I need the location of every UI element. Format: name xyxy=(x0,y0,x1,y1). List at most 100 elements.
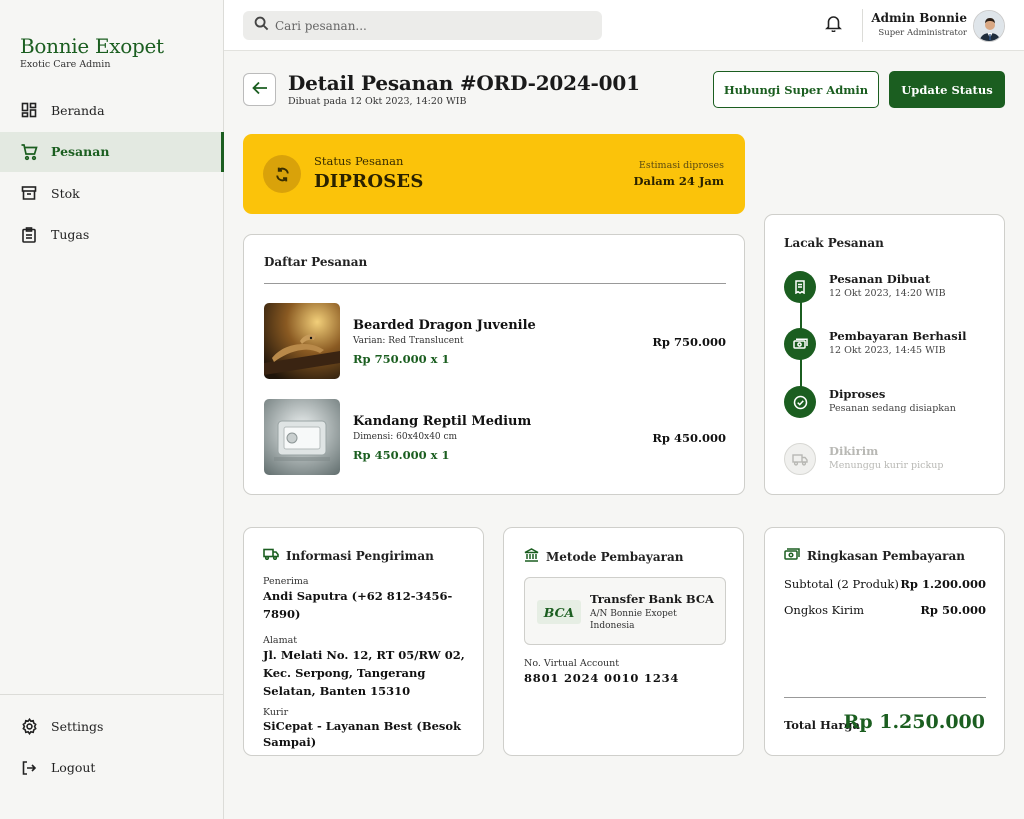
contact-admin-button[interactable]: Hubungi Super Admin xyxy=(713,71,879,108)
dashboard-icon xyxy=(20,101,38,119)
bank-name: Transfer Bank BCA xyxy=(590,592,714,606)
sidebar-item-pesanan[interactable]: Pesanan xyxy=(0,131,224,172)
va-number: 8801 2024 0010 1234 xyxy=(524,671,680,685)
shipping-cost-value: Rp 50.000 xyxy=(920,603,986,617)
clipboard-icon xyxy=(20,226,38,244)
card-title-label: Metode Pembayaran xyxy=(546,549,684,564)
step-name: Pembayaran Berhasil xyxy=(829,329,967,343)
truck-icon xyxy=(263,548,286,563)
bca-logo: BCA xyxy=(537,600,581,624)
status-value: DIPROSES xyxy=(314,171,424,192)
item-name: Kandang Reptil Medium xyxy=(353,414,532,429)
check-circle-icon xyxy=(784,386,816,418)
logout-icon xyxy=(20,759,38,777)
sidebar-item-settings[interactable]: Settings xyxy=(0,706,224,746)
recipient-value: Andi Saputra (+62 812-3456-7890) xyxy=(263,589,453,621)
sidebar-item-label: Stok xyxy=(51,185,80,201)
page-subtitle: Dibuat pada 12 Okt 2023, 14:20 WIB xyxy=(288,96,467,107)
truck-icon xyxy=(784,443,816,475)
sidebar-item-label: Pesanan xyxy=(51,144,110,160)
bell-icon[interactable] xyxy=(825,14,842,36)
user-info: Admin Bonnie Super Administrator xyxy=(871,11,967,38)
subtotal-row: Subtotal (2 Produk) Rp 1.200.000 xyxy=(784,577,986,591)
timeline-step: Pesanan Dibuat 12 Okt 2023, 14:20 WIB xyxy=(784,271,994,305)
timeline-step: Diproses Pesanan sedang disiapkan xyxy=(784,386,994,420)
card-title: Daftar Pesanan xyxy=(264,255,368,269)
bank-icon xyxy=(524,548,546,565)
sidebar-item-logout[interactable]: Logout xyxy=(0,748,224,788)
timeline-step: Dikirim Menunggu kurir pickup xyxy=(784,443,994,477)
estimate-value: Dalam 24 Jam xyxy=(633,174,724,188)
step-detail: 12 Okt 2023, 14:45 WIB xyxy=(829,345,946,356)
divider xyxy=(862,9,863,42)
shipping-cost-row: Ongkos Kirim Rp 50.000 xyxy=(784,603,986,617)
step-detail: Menunggu kurir pickup xyxy=(829,460,944,471)
item-total: Rp 450.000 xyxy=(652,431,726,445)
recipient-label: Penerima xyxy=(263,576,309,587)
cart-icon xyxy=(20,143,38,161)
timeline-step: Pembayaran Berhasil 12 Okt 2023, 14:45 W… xyxy=(784,328,994,362)
divider xyxy=(264,283,726,284)
arrow-left-icon xyxy=(251,80,268,99)
brand: Bonnie Exopet Exotic Care Admin xyxy=(20,34,164,70)
brand-subtitle: Exotic Care Admin xyxy=(20,59,111,70)
item-variant: Varian: Red Translucent xyxy=(353,336,464,346)
item-name: Bearded Dragon Juvenile xyxy=(353,318,536,333)
step-detail: Pesanan sedang disiapkan xyxy=(829,403,956,414)
estimate-label: Estimasi diproses xyxy=(638,160,724,171)
shipping-card: Informasi Pengiriman Penerima Andi Saput… xyxy=(243,527,484,756)
sidebar-item-tugas[interactable]: Tugas xyxy=(0,215,224,255)
address-label: Alamat xyxy=(263,635,298,646)
courier-value: SiCepat - Layanan Best (Besok Sampai) xyxy=(263,719,461,749)
total-value: Rp 1.250.000 xyxy=(843,711,985,733)
sidebar-item-label: Logout xyxy=(51,760,96,776)
archive-icon xyxy=(20,184,38,202)
user-role: Super Administrator xyxy=(878,28,967,38)
item-qty-price: Rp 450.000 x 1 xyxy=(353,448,450,462)
brand-title: Bonnie Exopet xyxy=(20,34,164,58)
sidebar-item-beranda[interactable]: Beranda xyxy=(0,90,224,130)
sidebar-item-label: Beranda xyxy=(51,102,105,118)
step-detail: 12 Okt 2023, 14:20 WIB xyxy=(829,288,946,299)
payment-icon xyxy=(784,328,816,360)
avatar[interactable] xyxy=(973,10,1005,42)
subtotal-value: Rp 1.200.000 xyxy=(900,577,986,591)
sidebar-nav: Beranda Pesanan Stok Tugas xyxy=(0,90,224,256)
address-value: Jl. Melati No. 12, RT 05/RW 02, Kec. Ser… xyxy=(263,648,465,698)
step-name: Diproses xyxy=(829,387,886,401)
shipping-cost-label: Ongkos Kirim xyxy=(784,603,864,617)
user-name: Admin Bonnie xyxy=(871,11,967,25)
order-item: Kandang Reptil Medium Dimensi: 60x40x40 … xyxy=(264,399,726,475)
status-card: Status Pesanan DIPROSES Estimasi diprose… xyxy=(243,134,745,214)
update-status-button[interactable]: Update Status xyxy=(889,71,1005,108)
card-title: Metode Pembayaran xyxy=(524,548,683,565)
order-item: Bearded Dragon Juvenile Varian: Red Tran… xyxy=(264,303,726,379)
card-title-label: Informasi Pengiriman xyxy=(286,548,434,563)
sidebar-bottom: Settings Logout xyxy=(0,694,224,789)
payment-method-card: Metode Pembayaran BCA Transfer Bank BCA … xyxy=(503,527,744,756)
back-button[interactable] xyxy=(243,73,276,106)
va-label: No. Virtual Account xyxy=(524,658,620,669)
card-title: Lacak Pesanan xyxy=(784,236,884,250)
page-title: Detail Pesanan #ORD-2024-001 xyxy=(288,71,640,95)
sync-icon xyxy=(263,155,301,193)
status-label: Status Pesanan xyxy=(314,154,404,168)
search-input[interactable] xyxy=(275,18,575,33)
step-name: Dikirim xyxy=(829,444,879,458)
order-list-card: Daftar Pesanan Bearded Dragon Juvenile V… xyxy=(243,234,745,495)
sidebar: Bonnie Exopet Exotic Care Admin Beranda … xyxy=(0,0,224,819)
subtotal-label: Subtotal (2 Produk) xyxy=(784,577,899,591)
courier-label: Kurir xyxy=(263,707,289,718)
item-variant: Dimensi: 60x40x40 cm xyxy=(353,432,458,442)
item-total: Rp 750.000 xyxy=(652,335,726,349)
topbar: Admin Bonnie Super Administrator xyxy=(224,0,1024,51)
sidebar-item-stok[interactable]: Stok xyxy=(0,173,224,213)
step-name: Pesanan Dibuat xyxy=(829,272,931,286)
card-title: Ringkasan Pembayaran xyxy=(784,548,965,563)
gear-icon xyxy=(20,717,38,735)
item-qty-price: Rp 750.000 x 1 xyxy=(353,352,450,366)
search-box xyxy=(243,11,602,40)
payment-summary-card: Ringkasan Pembayaran Subtotal (2 Produk)… xyxy=(764,527,1005,756)
shipping-details: Penerima Andi Saputra (+62 812-3456-7890… xyxy=(263,576,468,750)
card-title: Informasi Pengiriman xyxy=(263,548,434,563)
